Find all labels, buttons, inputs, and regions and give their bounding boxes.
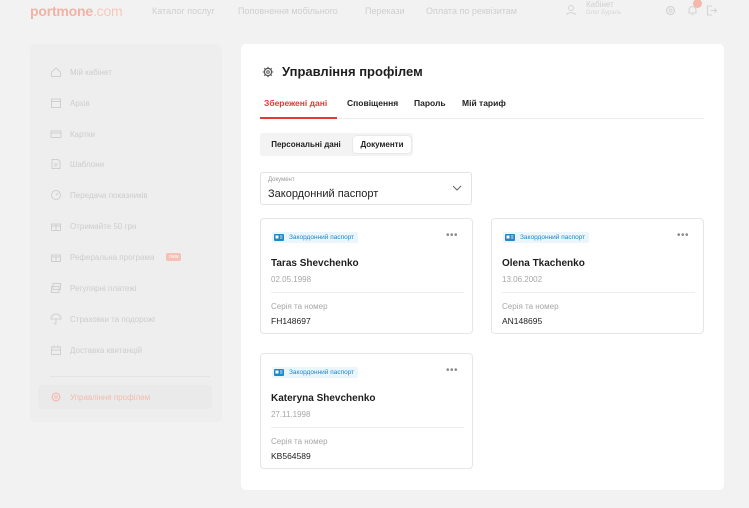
chevron-down-icon (452, 185, 462, 191)
tab-saved-data[interactable]: Збережені дані (264, 98, 327, 108)
sidebar-item-profile-management[interactable]: Управління профілем (50, 389, 150, 405)
logout-icon[interactable] (705, 4, 718, 17)
card-divider (271, 292, 464, 293)
sidebar-item-label: Архів (70, 98, 90, 108)
document-card[interactable]: Закордонний паспорт ••• Olena Tkachenko … (491, 218, 704, 334)
series-number-value: FH148697 (271, 316, 311, 326)
gift-icon (51, 223, 61, 231)
sidebar-item-recurring-payments[interactable]: Регулярні платежі (50, 280, 136, 296)
page-title: Управління профілем (282, 64, 423, 79)
passport-icon (274, 369, 284, 376)
more-options-icon[interactable]: ••• (446, 365, 458, 376)
sidebar-item-receipt-delivery[interactable]: Доставка квитанцій (50, 342, 142, 358)
new-badge: new (166, 253, 182, 261)
sidebar-item-label: Страховки та подорожі (70, 314, 156, 324)
document-date: 27.11.1998 (271, 410, 311, 419)
sidebar-item-label: Доставка квитанцій (70, 345, 143, 355)
meter-icon (51, 190, 61, 200)
more-options-icon[interactable]: ••• (677, 230, 689, 241)
sidebar-item-archive[interactable]: Архів (50, 95, 90, 111)
passport-icon (274, 234, 284, 241)
document-type-label: Закордонний паспорт (520, 234, 586, 241)
sidebar-item-label: Управління профілем (70, 392, 151, 402)
document-date: 13.06.2002 (502, 275, 543, 284)
notification-badge (693, 0, 702, 8)
tab-notifications[interactable]: Сповіщення (347, 98, 398, 108)
sidebar-item-get-50[interactable]: Отримайте 50 грн (50, 218, 136, 234)
more-options-icon[interactable]: ••• (446, 230, 458, 241)
sidebar-item-templates[interactable]: Шаблони (50, 156, 104, 172)
series-number-value: AN148695 (502, 316, 543, 326)
sidebar-item-label: Отримайте 50 грн (70, 221, 137, 231)
document-card[interactable]: Закордонний паспорт ••• Taras Shevchenko… (260, 218, 473, 334)
document-type-tag: Закордонний паспорт (503, 232, 590, 243)
series-number-label: Серія та номер (271, 437, 328, 446)
template-icon (51, 159, 61, 169)
active-tab-indicator (260, 117, 337, 119)
nav-transfers[interactable]: Перекази (365, 6, 405, 16)
gear-icon (262, 66, 274, 78)
sidebar-item-label: Шаблони (70, 159, 105, 169)
sidebar-item-my-cabinet[interactable]: Мій кабінет (50, 64, 112, 80)
sidebar-item-label: Реферальна програма (70, 252, 155, 262)
passport-icon (505, 234, 515, 241)
document-type-tag: Закордонний паспорт (272, 367, 359, 378)
archive-icon (51, 98, 61, 108)
sidebar-item-label: Картки (70, 129, 96, 139)
document-holder-name: Taras Shevchenko (271, 258, 359, 269)
subtab-documents[interactable]: Документи (353, 136, 411, 153)
account-name: Олег Бураль (586, 10, 622, 16)
subtab-personal-data[interactable]: Персональні дані (262, 136, 350, 153)
portmone-logo[interactable]: portmone.com (30, 3, 123, 19)
document-type-label: Закордонний паспорт (289, 234, 355, 241)
document-type-select[interactable]: Документ Закордонний паспорт (260, 172, 472, 205)
document-holder-name: Olena Tkachenko (502, 258, 585, 269)
delivery-icon (51, 345, 61, 355)
card-divider (271, 427, 464, 428)
series-number-label: Серія та номер (271, 302, 328, 311)
settings-icon[interactable] (664, 4, 677, 17)
sidebar-item-label: Передача показників (70, 190, 148, 200)
select-label: Документ (268, 177, 295, 183)
document-date: 02.05.1998 (271, 275, 312, 284)
sidebar-item-referral[interactable]: Реферальна програма new (50, 249, 182, 265)
nav-mobile-topup[interactable]: Поповнення мобільного (238, 6, 338, 16)
home-icon (51, 67, 61, 77)
sidebar-item-meter-readings[interactable]: Передача показників (50, 187, 148, 203)
nav-pay-by-details[interactable]: Оплата по реквізитам (426, 6, 517, 16)
sidebar-item-insurance[interactable]: Страховки та подорожі (50, 311, 155, 327)
sidebar-item-cards[interactable]: Картки (50, 126, 95, 142)
document-type-tag: Закордонний паспорт (272, 232, 359, 243)
card-icon (50, 130, 62, 138)
nav-catalog[interactable]: Каталог послуг (152, 6, 215, 16)
umbrella-icon (50, 313, 62, 325)
sidebar: Мій кабінет Архів Картки Шаблони Передач… (30, 44, 222, 422)
tab-my-tariff[interactable]: Мій тариф (462, 98, 506, 108)
account-title[interactable]: Кабінет (586, 0, 614, 9)
sidebar-item-label: Мій кабінет (70, 67, 112, 77)
tab-password[interactable]: Пароль (414, 98, 446, 108)
recurring-icon (51, 283, 61, 293)
top-header: portmone.com Каталог послуг Поповнення м… (0, 0, 749, 22)
user-icon[interactable] (565, 4, 577, 16)
series-number-value: KB564589 (271, 451, 311, 461)
document-type-label: Закордонний паспорт (289, 369, 355, 376)
document-holder-name: Kateryna Shevchenko (271, 393, 376, 404)
select-value: Закордонний паспорт (268, 188, 379, 200)
gear-icon (51, 392, 61, 402)
sidebar-divider (50, 376, 210, 377)
referral-icon (51, 254, 61, 262)
card-divider (502, 292, 695, 293)
series-number-label: Серія та номер (502, 302, 559, 311)
document-card[interactable]: Закордонний паспорт ••• Kateryna Shevche… (260, 353, 473, 469)
sidebar-item-label: Регулярні платежі (70, 283, 137, 293)
